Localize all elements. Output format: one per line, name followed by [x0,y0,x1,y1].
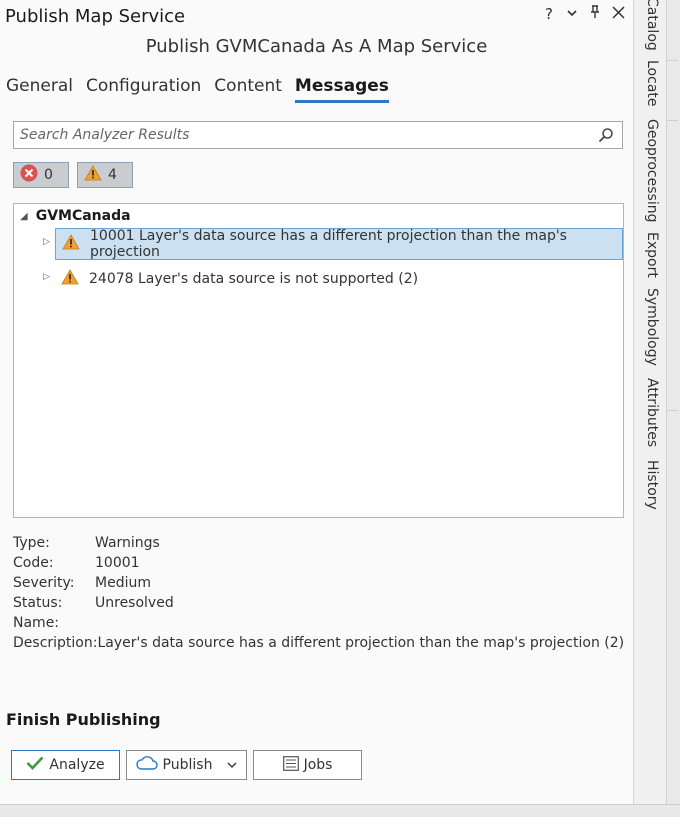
side-tab-export[interactable]: Export [638,230,666,280]
divider [666,410,678,411]
tree-item-text: 24078 Layer's data source is not support… [89,271,419,287]
finish-publishing-heading: Finish Publishing [6,710,161,729]
detail-description-value: Layer's data source has a different proj… [97,635,625,651]
analyzer-results-tree: ◢ GVMCanada ▷ 10001 Layer's data source … [13,203,624,518]
tab-bar: General Configuration Content Messages [6,76,389,103]
detail-status-value: Unresolved [95,595,174,611]
help-icon[interactable]: ? [542,5,556,23]
divider [666,120,678,121]
error-icon [20,164,38,186]
publish-dropdown-icon[interactable] [227,757,237,773]
side-tab-attributes[interactable]: Attributes [638,377,666,449]
detail-name-label: Name: [13,615,60,631]
detail-severity-label: Severity: [13,575,75,591]
tab-messages[interactable]: Messages [294,76,389,103]
close-icon[interactable] [611,5,625,23]
errors-count: 0 [44,167,53,183]
analyze-button[interactable]: Analyze [11,750,120,780]
detail-code-value: 10001 [95,555,140,571]
tab-configuration[interactable]: Configuration [86,76,201,103]
detail-status-label: Status: [13,595,63,611]
search-box [13,121,623,149]
expand-triangle-icon[interactable]: ▷ [43,272,50,282]
detail-description-label: Description: [13,635,98,651]
pane-controls: ? [542,5,625,23]
chevron-down-icon[interactable] [565,5,579,23]
detail-type-value: Warnings [95,535,160,551]
warnings-filter-button[interactable]: 4 [77,162,133,188]
warning-icon [84,165,102,185]
search-icon[interactable] [598,127,614,147]
errors-filter-button[interactable]: 0 [13,162,69,188]
warning-icon [61,269,79,289]
search-input[interactable] [14,122,590,148]
side-tab-locate[interactable]: Locate [638,58,666,108]
warning-icon [62,234,80,254]
tree-root-gvmcanada[interactable]: ◢ GVMCanada [20,208,131,224]
divider [666,60,678,61]
publish-label: Publish [162,757,213,773]
background-strip [0,804,680,817]
side-tab-history[interactable]: History [638,457,666,513]
publish-pane: Publish Map Service ? Publish GVMCanada … [0,0,634,804]
publish-button[interactable]: Publish [126,750,247,780]
cloud-icon [135,756,158,774]
message-details: Type: Warnings Code: 10001 Severity: Medium… [13,533,624,653]
warnings-count: 4 [108,167,117,183]
tab-general[interactable]: General [6,76,73,103]
detail-code-label: Code: [13,555,54,571]
tree-root-label: GVMCanada [35,208,131,224]
tree-item-24078[interactable]: 24078 Layer's data source is not support… [55,263,418,295]
tree-item-text: 10001 Layer's data source has a differen… [90,228,567,260]
pane-subtitle: Publish GVMCanada As A Map Service [145,36,488,57]
pane-title: Publish Map Service [5,6,186,27]
detail-type-label: Type: [13,535,50,551]
checkmark-icon [26,756,44,774]
side-dock-tabs: Catalog Locate Geoprocessing Export Symb… [638,0,666,804]
jobs-button[interactable]: Jobs [253,750,362,780]
side-tab-catalog[interactable]: Catalog [638,0,666,51]
side-tab-symbology[interactable]: Symbology [638,287,666,367]
jobs-list-icon [282,755,299,775]
side-tab-geoprocessing[interactable]: Geoprocessing [638,118,666,223]
pin-icon[interactable] [588,5,602,23]
expand-triangle-icon[interactable]: ▷ [43,237,50,247]
detail-severity-value: Medium [95,575,151,591]
analyze-label: Analyze [49,757,105,773]
collapse-triangle-icon[interactable]: ◢ [20,211,28,222]
tab-content[interactable]: Content [214,76,282,103]
tree-item-10001[interactable]: 10001 Layer's data source has a differen… [55,228,623,260]
jobs-label: Jobs [303,757,333,773]
